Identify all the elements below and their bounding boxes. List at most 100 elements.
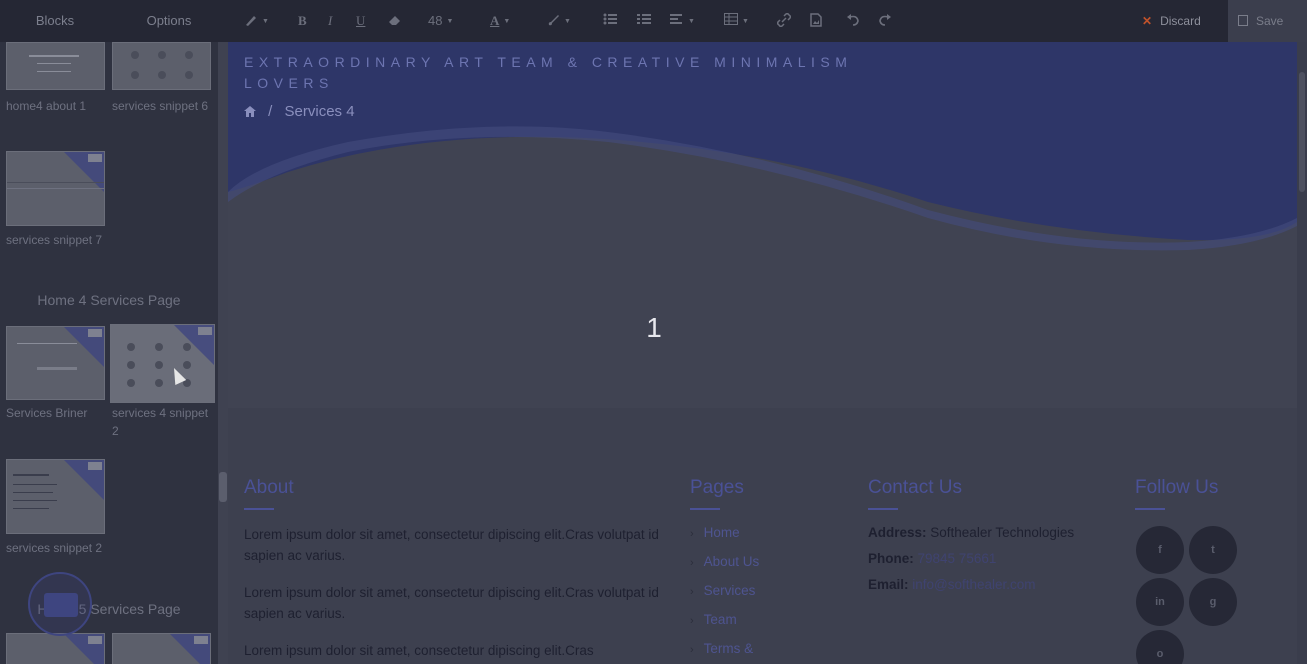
font-size-dropdown[interactable]: 48 ▼ <box>428 0 453 42</box>
discard-button[interactable]: ✕ Discard <box>1142 0 1201 42</box>
snippet-caption: services 4 snippet 2 <box>112 406 209 438</box>
save-label: Save <box>1256 14 1284 28</box>
bullet-list-icon <box>603 13 617 25</box>
style-dropdown[interactable]: ▼ <box>244 0 269 42</box>
snippet-thumbnail[interactable] <box>112 633 211 664</box>
section-heading: Home 4 Services Page <box>37 292 181 308</box>
breadcrumb-separator: / <box>268 103 273 120</box>
footer-link-label: Terms & <box>703 641 754 656</box>
about-paragraph: Lorem ipsum dolor sit amet, consectetur … <box>244 643 594 658</box>
email-label: Email: <box>868 577 909 592</box>
link-button[interactable] <box>776 0 792 42</box>
footer-link-team[interactable]: › Team <box>690 612 737 627</box>
bullet-list-button[interactable] <box>603 0 617 42</box>
snippet-caption: services snippet 7 <box>6 233 103 247</box>
undo-button[interactable] <box>846 0 860 42</box>
snippet-thumbnail-services-4-snippet-2[interactable] <box>110 324 215 403</box>
redo-icon <box>879 14 891 26</box>
media-button[interactable] <box>810 0 822 42</box>
footer-link-services[interactable]: › Services <box>690 583 755 598</box>
footer-link-about-us[interactable]: › About Us <box>690 554 759 569</box>
numbered-list-icon <box>637 14 651 24</box>
snippet-thumbnail-home4-about-1[interactable] <box>6 42 105 90</box>
file-image-icon <box>810 13 822 27</box>
hero-tagline: EXTRAORDINARY ART TEAM & CREATIVE MINIMA… <box>244 54 853 91</box>
text-color-icon: A <box>490 13 500 28</box>
underline-button[interactable]: U <box>356 0 365 42</box>
linkedin-icon[interactable]: in <box>1136 578 1184 626</box>
chevron-right-icon: › <box>690 615 694 627</box>
twitter-icon[interactable]: t <box>1189 526 1237 574</box>
about-paragraph: Lorem ipsum dolor sit amet, consectetur … <box>244 527 659 563</box>
snippet-thumbnail-services-6[interactable] <box>112 42 211 90</box>
footer-heading-contact: Contact Us <box>868 477 962 498</box>
facebook-icon[interactable]: f <box>1136 526 1184 574</box>
floppy-disk-icon <box>1238 15 1248 26</box>
snippet-thumbnail-services-briner[interactable] <box>6 326 105 400</box>
snippets-sidebar: home4 about 1 services snippet 6 service… <box>0 42 218 664</box>
snippet-caption: services snippet 6 <box>112 99 209 113</box>
footer-heading-about: About <box>244 477 294 498</box>
close-icon: ✕ <box>1142 14 1153 28</box>
instagram-icon[interactable]: o <box>1136 630 1184 664</box>
home-icon[interactable] <box>244 106 256 117</box>
background-color-dropdown[interactable]: ▼ <box>546 0 571 42</box>
phone-label: Phone: <box>868 551 914 566</box>
snippet-caption: services snippet 2 <box>6 541 103 555</box>
table-dropdown[interactable]: ▼ <box>724 0 749 42</box>
heading-underline <box>690 508 720 510</box>
snippet-thumbnail-services-7[interactable] <box>6 151 105 226</box>
footer-link-label: Services <box>703 583 756 598</box>
footer-heading-follow: Follow Us <box>1135 477 1219 498</box>
breadcrumb: / Services 4 <box>244 103 355 120</box>
text-color-dropdown[interactable]: A ▼ <box>490 0 510 42</box>
font-size-value: 48 <box>428 13 443 28</box>
align-dropdown[interactable]: ▼ <box>670 0 695 42</box>
drag-indicator-bubble <box>28 572 92 636</box>
email-value[interactable]: info@softhealer.com <box>912 577 1035 592</box>
page-canvas[interactable]: EXTRAORDINARY ART TEAM & CREATIVE MINIMA… <box>228 42 1297 664</box>
undo-icon <box>847 14 859 26</box>
footer: About Lorem ipsum dolor sit amet, consec… <box>228 408 1297 664</box>
drop-zone-number: 1 <box>646 312 662 343</box>
address-label: Address: <box>868 525 927 540</box>
footer-link-terms[interactable]: › Terms & <box>690 641 753 656</box>
bold-button[interactable]: B <box>298 0 307 42</box>
address-value: Softhealer Technologies <box>930 525 1075 540</box>
snippet-caption: Services Briner <box>6 406 88 420</box>
italic-button[interactable]: I <box>328 0 332 42</box>
table-icon <box>724 13 738 25</box>
eraser-icon <box>389 16 400 25</box>
chevron-right-icon: › <box>690 528 694 540</box>
save-button[interactable]: Save <box>1228 0 1307 42</box>
sidebar-scrollbar[interactable] <box>218 42 228 664</box>
contact-email: Email: info@softhealer.com <box>868 577 1036 592</box>
align-icon <box>670 14 682 24</box>
github-icon[interactable]: g <box>1189 578 1237 626</box>
paint-brush-icon <box>548 15 559 26</box>
footer-heading-pages: Pages <box>690 477 744 498</box>
chevron-right-icon: › <box>690 586 694 598</box>
brush-icon <box>246 16 256 26</box>
editor-topbar: Blocks Options ▼ B I U 48 ▼ A ▼ ▼ ▼ ▼ ✕ Dis… <box>0 0 1307 42</box>
redo-button[interactable] <box>878 0 892 42</box>
canvas-scrollbar[interactable] <box>1297 42 1307 664</box>
breadcrumb-current: Services 4 <box>284 103 355 120</box>
chevron-right-icon: › <box>690 557 694 569</box>
heading-underline <box>868 508 898 510</box>
about-paragraph: Lorem ipsum dolor sit amet, consectetur … <box>244 585 659 621</box>
eraser-button[interactable] <box>388 0 402 42</box>
phone-value[interactable]: 79845 75661 <box>918 551 997 566</box>
footer-link-home[interactable]: › Home <box>690 525 740 540</box>
snippet-thumbnail-services-snippet-2[interactable] <box>6 459 105 534</box>
snippet-caption: home4 about 1 <box>6 99 87 113</box>
footer-link-label: Home <box>703 525 740 540</box>
contact-phone: Phone: 79845 75661 <box>868 551 996 566</box>
contact-address: Address: Softhealer Technologies <box>868 525 1074 540</box>
tab-options[interactable]: Options <box>110 0 228 42</box>
numbered-list-button[interactable] <box>637 0 651 42</box>
heading-underline <box>244 508 274 510</box>
snippet-thumbnail[interactable] <box>6 633 105 664</box>
footer-link-label: Team <box>703 612 737 627</box>
tab-blocks[interactable]: Blocks <box>0 0 110 42</box>
